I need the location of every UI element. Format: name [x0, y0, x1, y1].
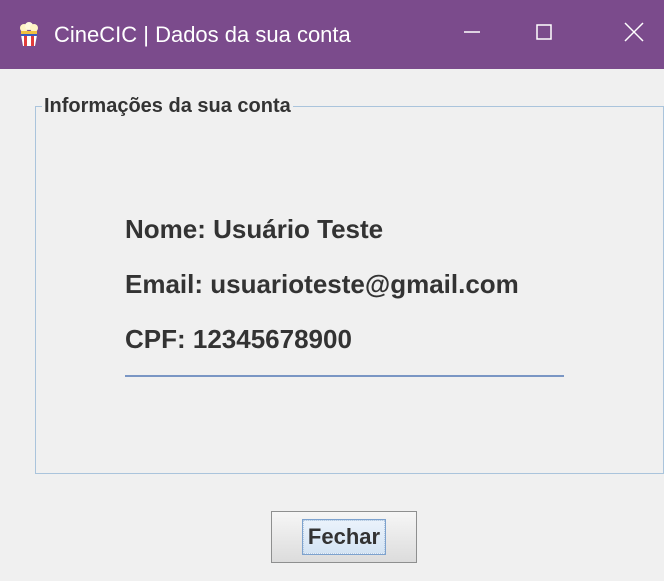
close-icon: [623, 21, 645, 48]
maximize-icon: [534, 22, 554, 47]
separator: [125, 375, 564, 377]
close-button[interactable]: Fechar: [271, 511, 417, 563]
account-dialog: CineCIC | Dados da sua conta Informações…: [0, 0, 664, 581]
minimize-icon: [462, 22, 482, 47]
close-button-label: Fechar: [301, 519, 387, 555]
minimize-button[interactable]: [442, 0, 502, 69]
popcorn-icon: [17, 22, 41, 46]
title-bar[interactable]: CineCIC | Dados da sua conta: [0, 0, 664, 69]
name-label: Nome: Usuário Teste: [125, 214, 384, 244]
close-window-button[interactable]: [604, 0, 664, 69]
maximize-button[interactable]: [514, 0, 574, 69]
email-label: Email: usuarioteste@gmail.com: [125, 269, 519, 299]
cpf-label: CPF: 12345678900: [125, 324, 352, 354]
window-title: CineCIC | Dados da sua conta: [54, 22, 351, 47]
group-title: Informações da sua conta: [42, 94, 293, 118]
